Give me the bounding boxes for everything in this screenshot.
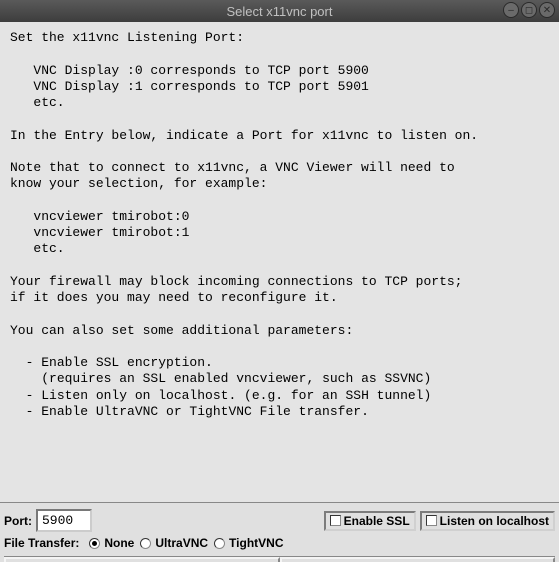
port-input[interactable] bbox=[36, 509, 92, 532]
minimize-icon[interactable]: – bbox=[503, 2, 519, 18]
checkbox-icon bbox=[330, 515, 341, 526]
window-controls: – ◻ ✕ bbox=[503, 2, 555, 18]
ok-button[interactable]: OK bbox=[4, 557, 280, 562]
enable-ssl-label: Enable SSL bbox=[344, 514, 410, 528]
radio-label: None bbox=[104, 536, 134, 550]
listen-localhost-label: Listen on localhost bbox=[440, 514, 549, 528]
file-transfer-ultra[interactable]: UltraVNC bbox=[140, 536, 208, 550]
radio-icon bbox=[89, 538, 100, 549]
cancel-button[interactable]: Cancel bbox=[280, 557, 556, 562]
controls-panel: Port: Enable SSL Listen on localhost Fil… bbox=[0, 502, 559, 562]
file-transfer-tight[interactable]: TightVNC bbox=[214, 536, 283, 550]
close-icon[interactable]: ✕ bbox=[539, 2, 555, 18]
listen-localhost-checkbox[interactable]: Listen on localhost bbox=[420, 511, 555, 531]
content-area: Set the x11vnc Listening Port: VNC Displ… bbox=[0, 22, 559, 502]
file-transfer-group: None UltraVNC TightVNC bbox=[89, 536, 283, 550]
radio-label: UltraVNC bbox=[155, 536, 208, 550]
enable-ssl-checkbox[interactable]: Enable SSL bbox=[324, 511, 416, 531]
instruction-text: Set the x11vnc Listening Port: VNC Displ… bbox=[0, 22, 559, 428]
radio-icon bbox=[214, 538, 225, 549]
port-label: Port: bbox=[4, 514, 32, 528]
checkbox-icon bbox=[426, 515, 437, 526]
radio-icon bbox=[140, 538, 151, 549]
file-transfer-none[interactable]: None bbox=[89, 536, 134, 550]
titlebar: Select x11vnc port – ◻ ✕ bbox=[0, 0, 559, 22]
radio-label: TightVNC bbox=[229, 536, 283, 550]
dialog-buttons: OK Cancel bbox=[4, 556, 555, 562]
file-transfer-label: File Transfer: bbox=[4, 536, 79, 550]
maximize-icon[interactable]: ◻ bbox=[521, 2, 537, 18]
window-title: Select x11vnc port bbox=[227, 4, 333, 19]
